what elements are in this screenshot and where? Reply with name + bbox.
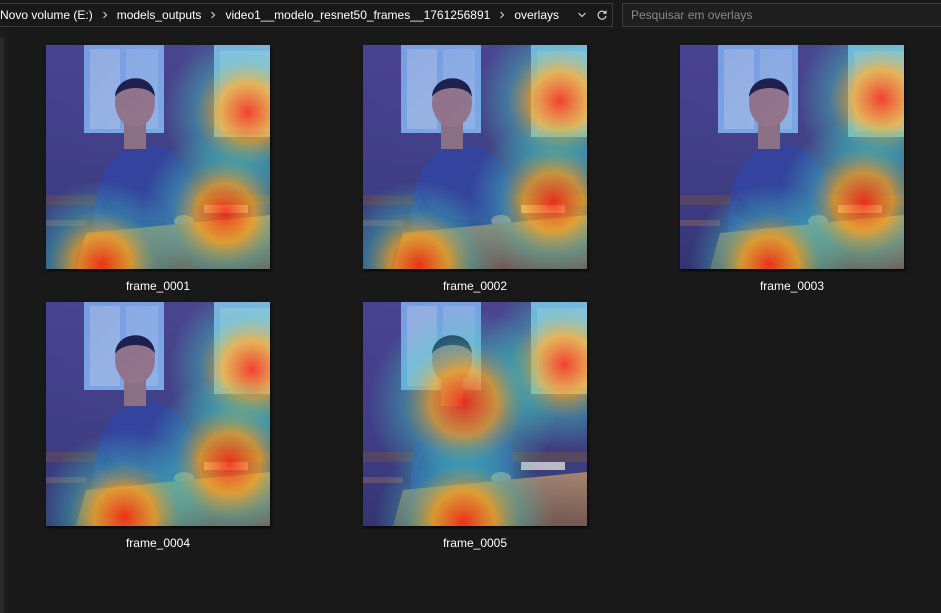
file-thumbnail[interactable] — [46, 302, 270, 526]
search-box[interactable] — [622, 3, 941, 27]
file-view: frame_0001 frame_0002 frame_0003 frame_0… — [9, 30, 941, 613]
file-thumbnail[interactable] — [680, 45, 904, 269]
chevron-right-icon[interactable] — [205, 4, 221, 26]
file-item[interactable]: frame_0002 — [362, 45, 588, 293]
navigation-pane — [0, 30, 9, 613]
search-input[interactable] — [623, 4, 941, 26]
chevron-right-icon[interactable] — [494, 4, 510, 26]
file-name-label[interactable]: frame_0004 — [45, 536, 271, 550]
file-thumbnail[interactable] — [363, 302, 587, 526]
chevron-down-icon[interactable] — [574, 4, 590, 26]
breadcrumb-item-video-folder[interactable]: video1__modelo_resnet50_frames__17612568… — [221, 4, 494, 26]
refresh-icon[interactable] — [594, 4, 610, 26]
chevron-right-icon[interactable] — [97, 4, 113, 26]
file-name-label[interactable]: frame_0003 — [679, 279, 905, 293]
file-name-label[interactable]: frame_0002 — [362, 279, 588, 293]
file-thumbnail[interactable] — [363, 45, 587, 269]
file-name-label[interactable]: frame_0001 — [45, 279, 271, 293]
breadcrumb-item-overlays[interactable]: overlays — [510, 4, 563, 26]
breadcrumb: Novo volume (E:) models_outputs video1__… — [0, 4, 563, 26]
toolbar: Novo volume (E:) models_outputs video1__… — [0, 0, 941, 30]
file-item[interactable]: frame_0001 — [45, 45, 271, 293]
address-bar[interactable]: Novo volume (E:) models_outputs video1__… — [0, 3, 613, 27]
file-item[interactable]: frame_0003 — [679, 45, 905, 293]
file-item[interactable]: frame_0005 — [362, 302, 588, 550]
navigation-pane-scrollbar[interactable] — [0, 38, 4, 613]
breadcrumb-item-models-outputs[interactable]: models_outputs — [113, 4, 206, 26]
file-thumbnail[interactable] — [46, 45, 270, 269]
file-name-label[interactable]: frame_0005 — [362, 536, 588, 550]
breadcrumb-item-drive[interactable]: Novo volume (E:) — [0, 4, 97, 26]
file-item[interactable]: frame_0004 — [45, 302, 271, 550]
